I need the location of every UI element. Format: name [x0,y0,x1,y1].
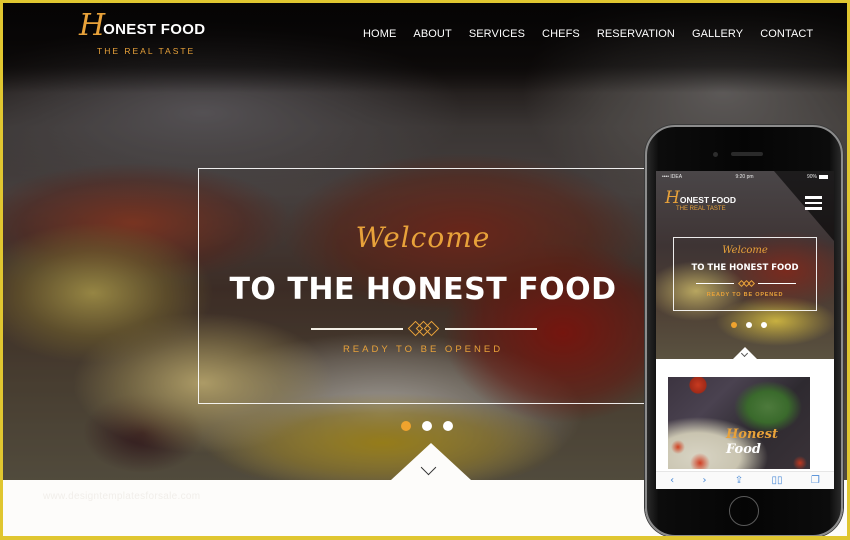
screenshot-frame: H ONEST FOOD THE REAL TASTE HOME ABOUT S… [0,0,850,540]
phone-logo-initial: H [665,188,680,208]
divider-line-left [696,283,734,284]
welcome-script-heading: Welcome [355,221,491,254]
watermark-text: www.designtemplatesforsale.com [43,491,201,502]
nav-about[interactable]: ABOUT [413,28,451,40]
phone-logo-name: ONEST FOOD [679,195,737,205]
home-button[interactable] [729,496,759,526]
phone-screen: •••• IDEA 9:20 pm 90% HONEST FOOD THE RE… [656,171,834,489]
hamburger-bar [805,207,822,210]
slider-dot-1[interactable] [401,421,411,431]
nav-reservation[interactable]: RESERVATION [597,28,675,40]
phone-mockup: •••• IDEA 9:20 pm 90% HONEST FOOD THE RE… [645,125,843,536]
phone-logo-tagline: THE REAL TASTE [676,206,726,212]
food-caption: Honest Food [726,427,810,457]
status-battery: 90% [807,174,828,180]
ornament-divider [311,319,537,339]
battery-percent: 90% [806,174,817,180]
phone-status-bar: •••• IDEA 9:20 pm 90% [656,171,834,183]
nav-chefs[interactable]: CHEFS [542,28,580,40]
speaker-icon [731,152,763,156]
tabs-icon[interactable]: ❐ [811,475,820,486]
logo-initial: H [79,8,106,43]
slider-dot-2[interactable] [422,421,432,431]
divider-line-right [445,328,537,330]
logo-name: ONEST FOOD [103,21,206,38]
logo-tagline: THE REAL TASTE [97,46,196,56]
phone-hero-subtitle: READY TO BE OPENED [706,292,784,298]
main-nav: HOME ABOUT SERVICES CHEFS RESERVATION GA… [363,28,830,40]
browser-toolbar: ‹ › ⇪ ▯▯ ❐ [656,471,834,489]
food-caption-prefix: Honest [726,427,778,442]
phone-slider-dot-1[interactable] [731,322,737,328]
hero-title: TO THE HONEST FOOD [229,272,617,307]
phone-hero: •••• IDEA 9:20 pm 90% HONEST FOOD THE RE… [656,171,834,359]
slider-dot-3[interactable] [443,421,453,431]
slider-dots [401,421,464,431]
nav-services[interactable]: SERVICES [469,28,525,40]
hamburger-icon[interactable] [805,196,822,213]
forward-icon[interactable]: › [702,475,706,486]
phone-slider-dot-3[interactable] [761,322,767,328]
hero-subtitle: READY TO BE OPENED [342,344,504,355]
hamburger-bar [805,201,822,204]
phone-logo[interactable]: HONEST FOOD THE REAL TASTE [665,188,737,213]
phone-food-image: Honest Food [668,377,810,469]
status-carrier: •••• IDEA [662,174,683,180]
site-logo[interactable]: H ONEST FOOD THE REAL TASTE [79,8,206,57]
back-icon[interactable]: ‹ [670,475,674,486]
phone-slider-dot-2[interactable] [746,322,752,328]
divider-line-right [758,283,796,284]
divider-line-left [311,328,403,330]
nav-home[interactable]: HOME [363,28,396,40]
welcome-box: Welcome TO THE HONEST FOOD READY TO BE O… [198,168,648,404]
hamburger-bar [805,196,822,199]
phone-welcome-box: Welcome TO THE HONEST FOOD READY TO BE O… [673,237,817,311]
phone-hero-title: TO THE HONEST FOOD [691,263,799,273]
nav-gallery[interactable]: GALLERY [692,28,743,40]
phone-slider-dots [731,322,776,328]
nav-contact[interactable]: CONTACT [760,28,813,40]
food-caption-word: Food [726,442,761,457]
bookmarks-icon[interactable]: ▯▯ [771,475,782,486]
status-time: 9:20 pm [735,174,754,180]
share-icon[interactable]: ⇪ [735,475,743,486]
phone-ornament-divider [696,279,796,288]
phone-welcome-script: Welcome [722,245,768,256]
diamond-icon [747,279,756,288]
battery-icon [819,174,828,179]
camera-icon [713,152,718,157]
